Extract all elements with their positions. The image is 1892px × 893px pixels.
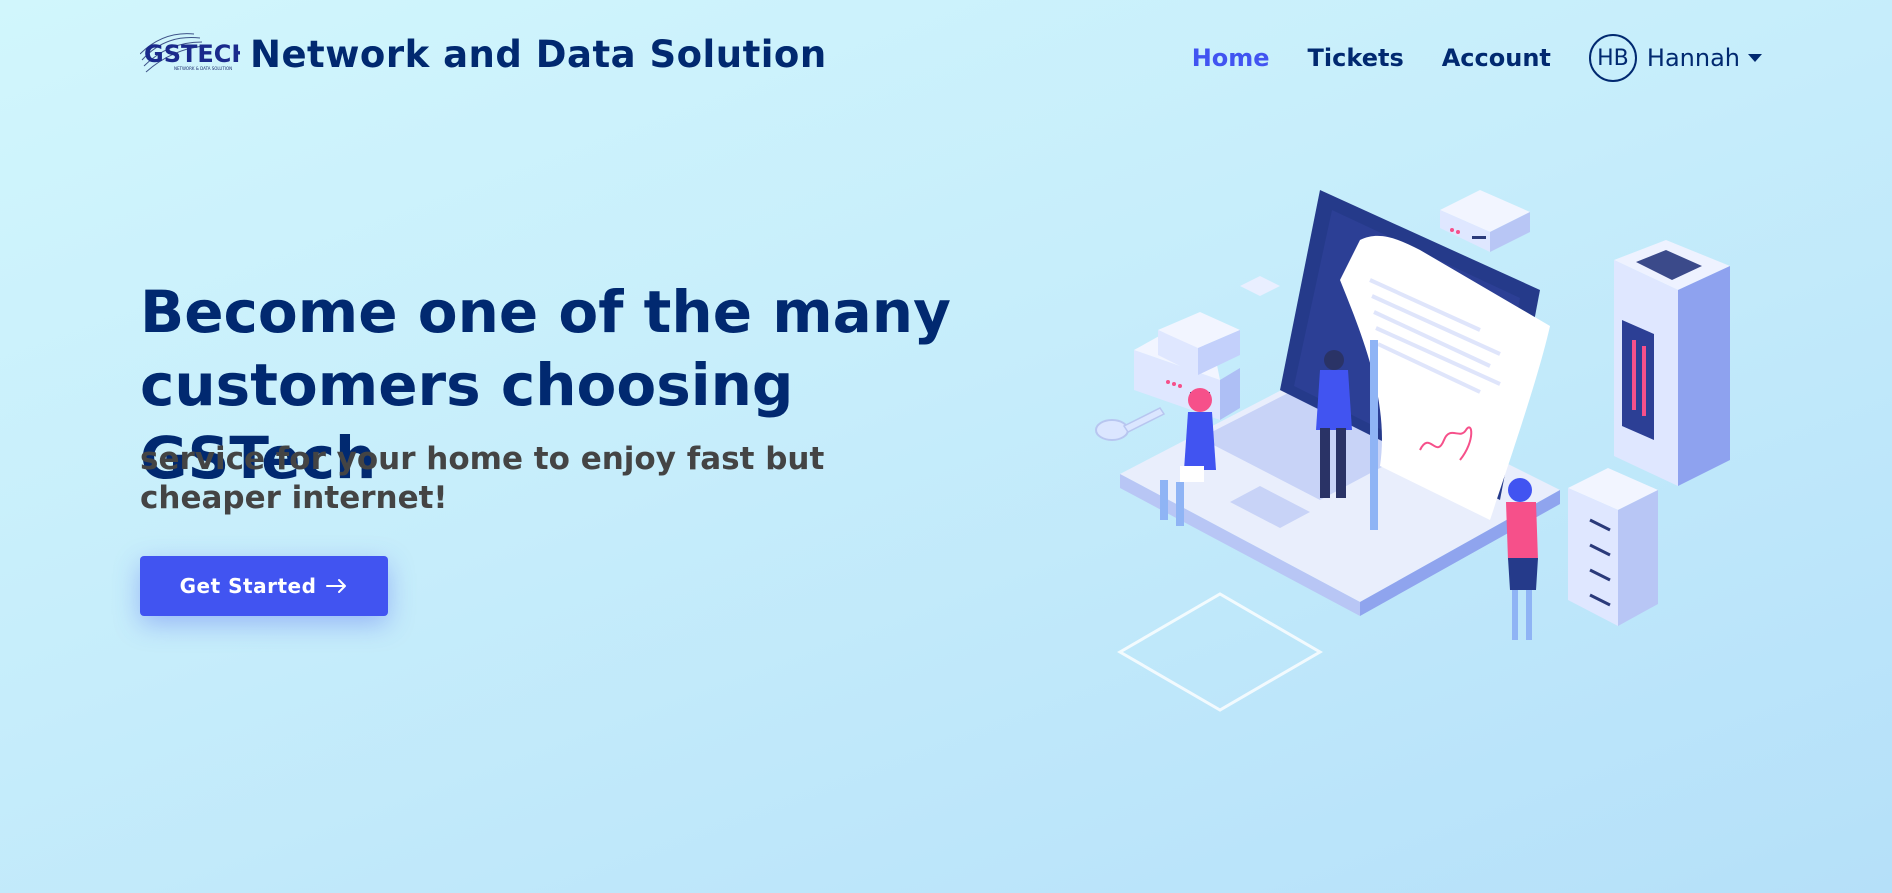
nav-home-link[interactable]: Home xyxy=(1192,44,1270,72)
svg-text:GSTECH: GSTECH xyxy=(144,40,240,68)
site-header: GSTECH NETWORK & DATA SOLUTION Network a… xyxy=(0,0,1892,118)
tower-server xyxy=(1614,240,1730,486)
hero-illustration xyxy=(1095,190,1730,712)
svg-text:NETWORK & DATA SOLUTION: NETWORK & DATA SOLUTION xyxy=(174,66,232,71)
brand-title: Network and Data Solution xyxy=(250,32,827,76)
top-server xyxy=(1440,190,1530,252)
person-standing-on-phone xyxy=(1506,478,1538,640)
key-icon xyxy=(1095,407,1166,441)
user-name: Hannah xyxy=(1646,44,1740,72)
caret-down-icon xyxy=(1748,54,1762,62)
gstech-logo: GSTECH NETWORK & DATA SOLUTION xyxy=(140,33,240,73)
nav-tickets-link[interactable]: Tickets xyxy=(1308,44,1404,72)
floor-outline-shape xyxy=(1117,592,1323,712)
nav-account-link[interactable]: Account xyxy=(1442,44,1551,72)
user-menu-dropdown[interactable]: HB Hannah xyxy=(1588,34,1762,82)
main-nav: Home Tickets Account HB Hannah xyxy=(1192,34,1762,82)
left-server-stack xyxy=(1134,312,1240,420)
arrow-right-icon xyxy=(326,579,347,593)
hero-subtitle: service for your home to enjoy fast but … xyxy=(140,441,825,516)
get-started-label: Get Started xyxy=(179,574,317,598)
avatar: HB xyxy=(1588,34,1637,82)
floating-tile-shape xyxy=(1240,276,1280,296)
brand[interactable]: GSTECH NETWORK & DATA SOLUTION Network a… xyxy=(140,30,827,78)
get-started-button[interactable]: Get Started xyxy=(140,556,388,616)
right-server-stack xyxy=(1568,468,1658,626)
